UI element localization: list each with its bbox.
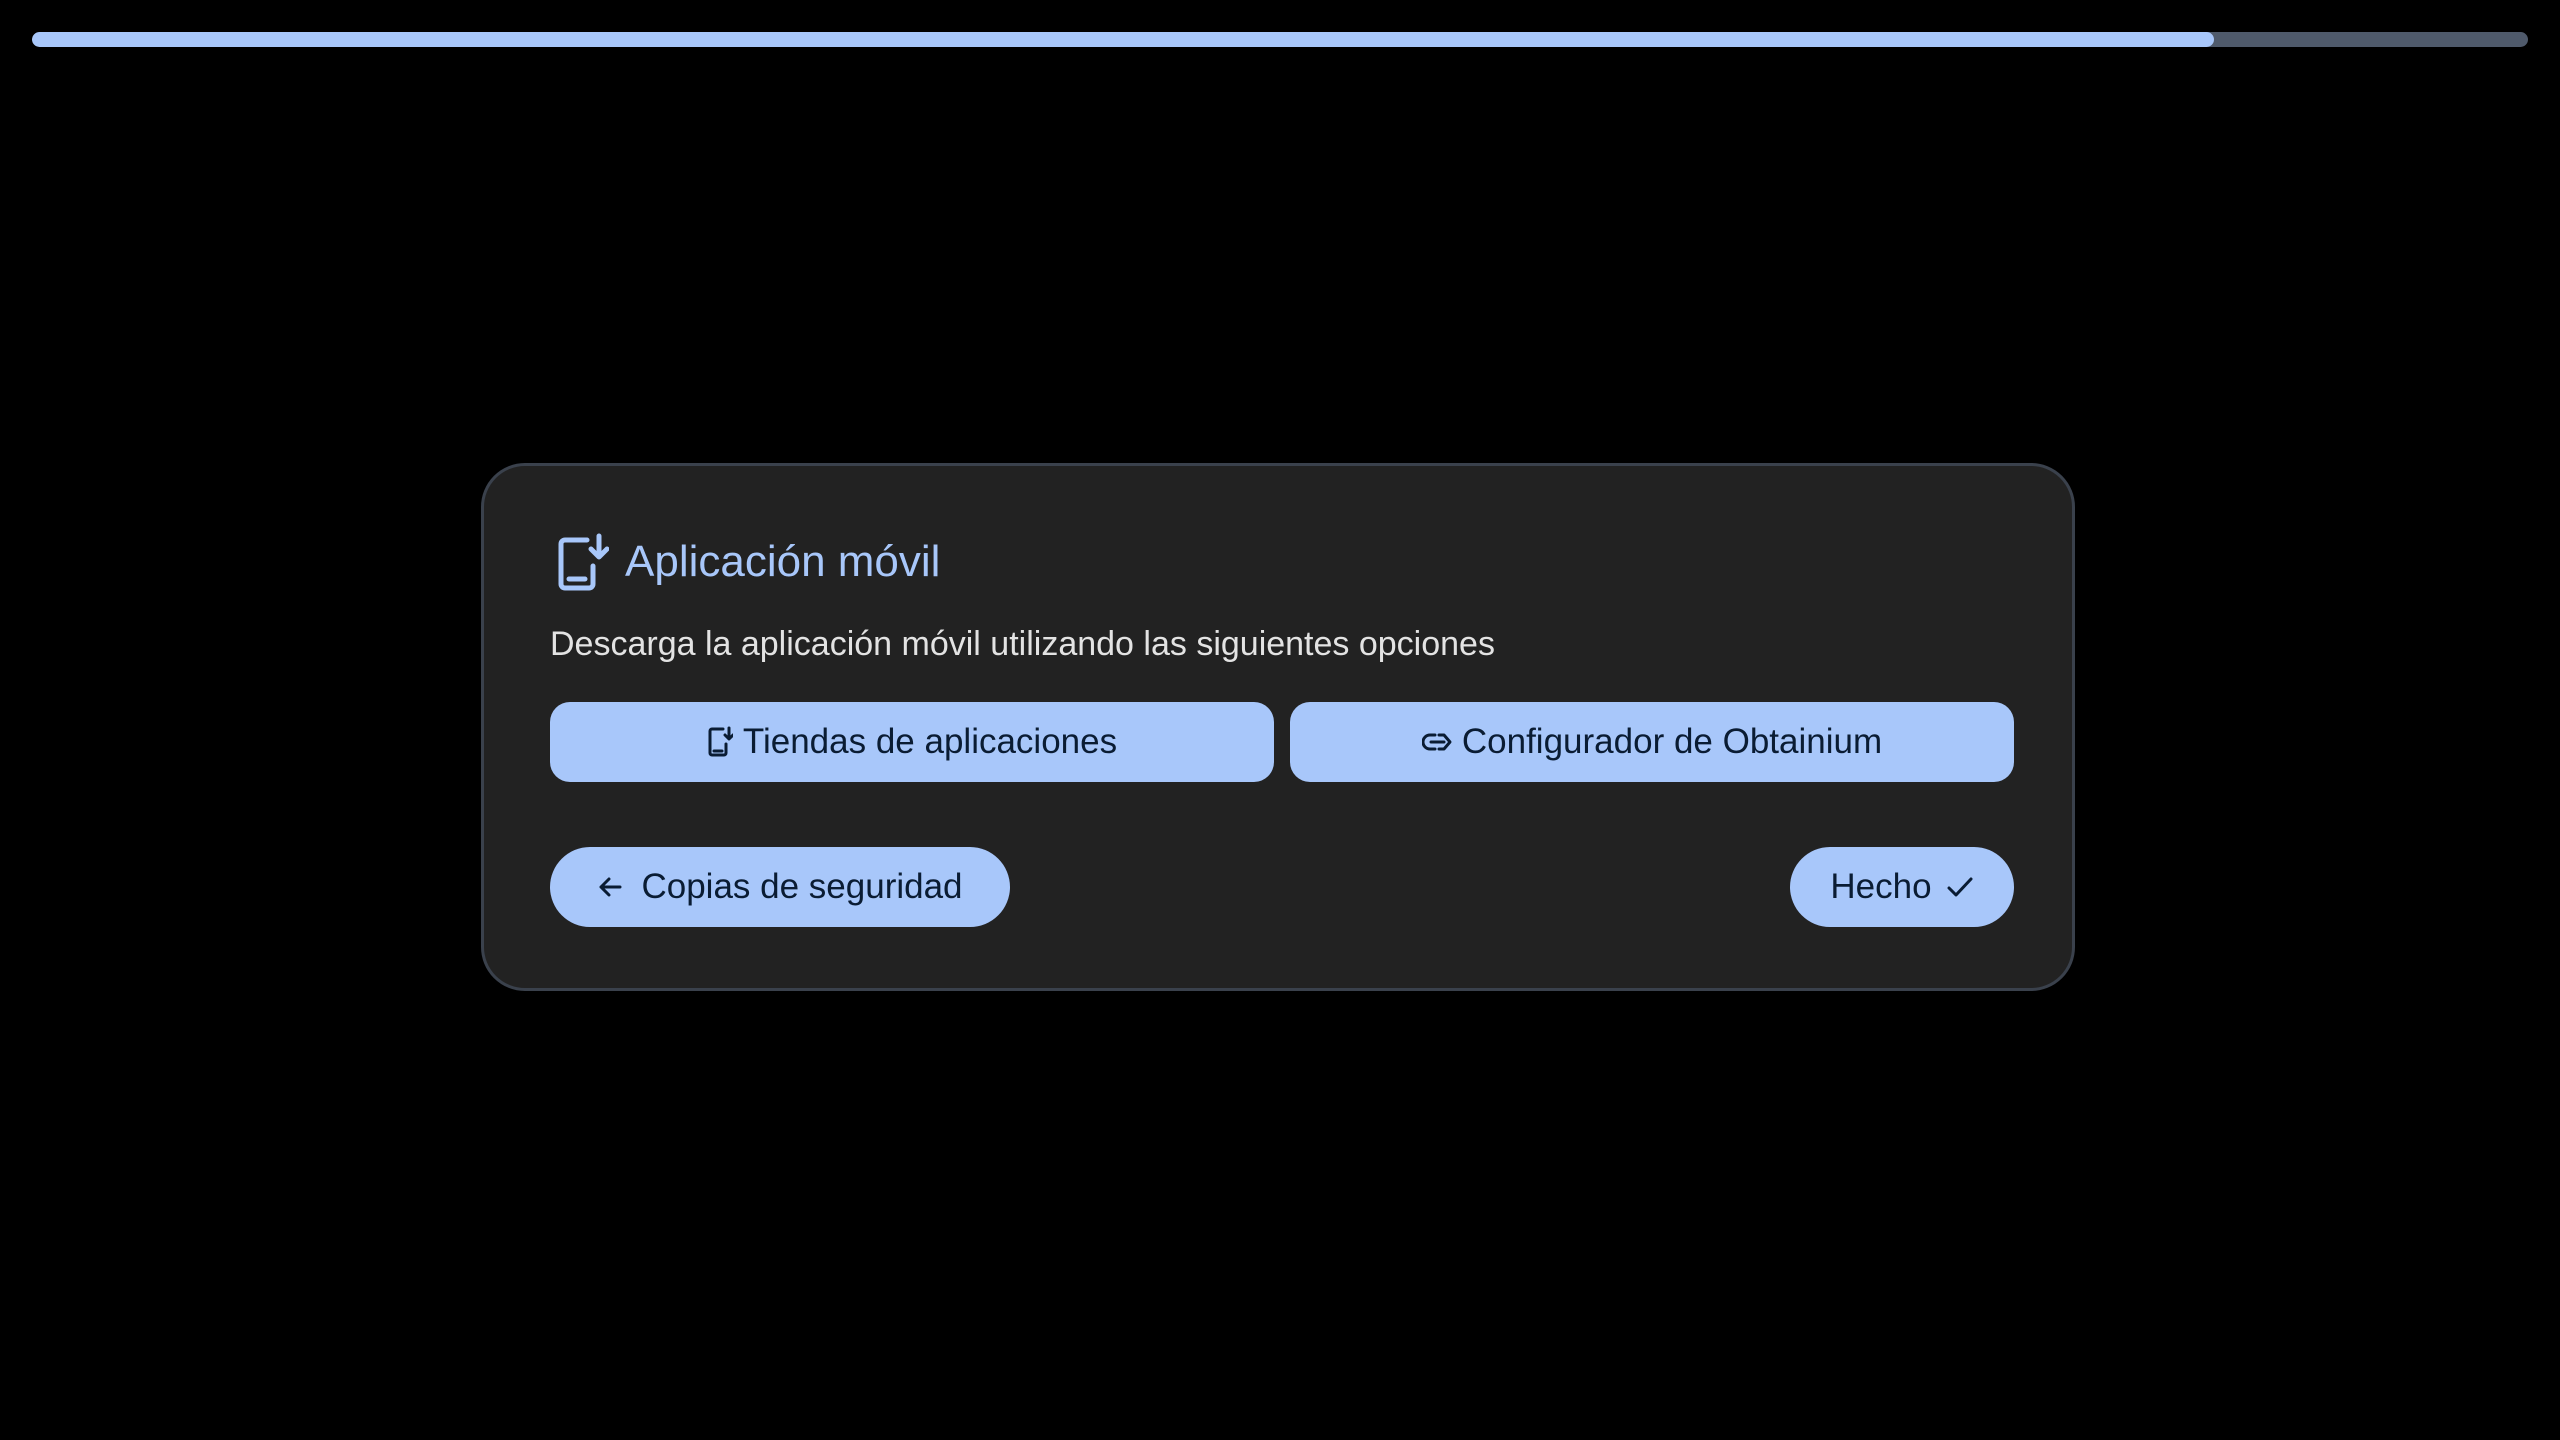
dialog-description: Descarga la aplicación móvil utilizando … (550, 625, 1495, 663)
obtainium-button-label: Configurador de Obtainium (1461, 722, 1883, 761)
progress-bar (32, 32, 2528, 47)
progress-bar-fill (32, 32, 2214, 47)
check-icon (1946, 875, 1974, 899)
app-stores-button[interactable]: Tiendas de aplicaciones (550, 702, 1274, 782)
back-button-label: Copias de seguridad (641, 867, 963, 906)
link-arrow-icon (1421, 729, 1452, 755)
dialog-header: Aplicación móvil (555, 532, 940, 592)
dialog-title: Aplicación móvil (625, 537, 941, 586)
dialog-card: Aplicación móvil Descarga la aplicación … (481, 463, 2075, 991)
phone-download-icon (555, 532, 609, 592)
phone-download-icon (707, 726, 733, 758)
app-stores-button-label: Tiendas de aplicaciones (742, 722, 1118, 761)
done-button[interactable]: Hecho (1790, 847, 2014, 927)
arrow-back-icon (597, 874, 623, 900)
obtainium-configurator-button[interactable]: Configurador de Obtainium (1290, 702, 2014, 782)
done-button-label: Hecho (1830, 867, 1932, 906)
back-backups-button[interactable]: Copias de seguridad (550, 847, 1010, 927)
